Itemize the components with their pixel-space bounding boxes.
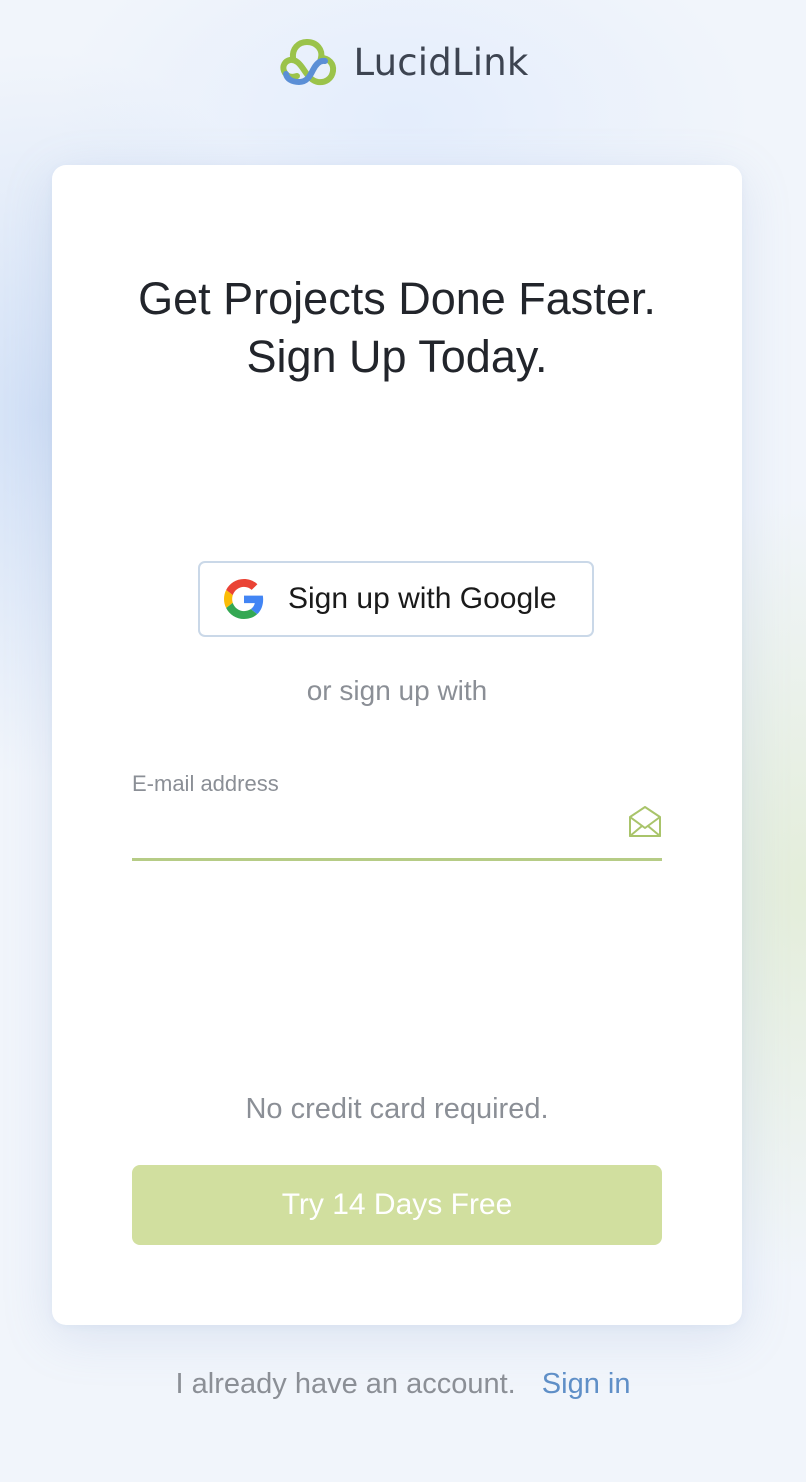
header-logo[interactable]: LucidLink [0,36,806,88]
divider-text: or sign up with [306,675,488,706]
headline-line-1: Get Projects Done Faster. [138,273,656,324]
envelope-icon [629,806,661,837]
try-free-button[interactable]: Try 14 Days Free [132,1165,662,1245]
signup-card: Get Projects Done Faster. Sign Up Today.… [52,165,742,1325]
email-field[interactable] [132,801,662,861]
page-title: Get Projects Done Faster. Sign Up Today. [52,270,742,386]
google-signup-button[interactable]: Sign up with Google [198,561,594,637]
signin-prompt: I already have an account. Sign in [0,1368,806,1401]
lucidlink-logo-icon [280,39,337,86]
google-g-icon [224,579,264,619]
sign-in-link[interactable]: Sign in [542,1368,631,1400]
no-credit-card-note: No credit card required. [245,1093,549,1125]
existing-account-text: I already have an account. [175,1368,516,1400]
brand-name: LucidLink [353,40,529,84]
headline-line-2: Sign Up Today. [246,331,548,382]
email-field-label: E-mail address [132,771,279,796]
google-signup-label: Sign up with Google [288,582,557,615]
